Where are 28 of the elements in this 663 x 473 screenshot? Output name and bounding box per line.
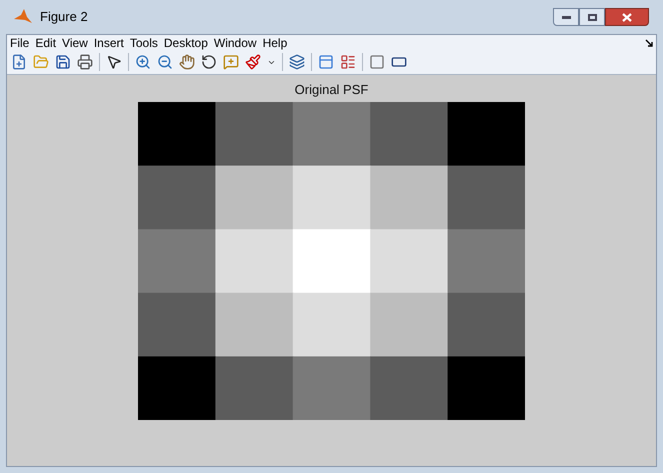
legend-icon[interactable] xyxy=(340,54,356,70)
printer-icon[interactable] xyxy=(77,54,93,70)
dock-arrow-icon[interactable] xyxy=(645,38,653,46)
menu-item[interactable]: Desktop xyxy=(164,36,208,48)
save-icon[interactable] xyxy=(55,54,71,70)
axes-title: Original PSF xyxy=(294,83,368,99)
menu-item[interactable]: Tools xyxy=(130,36,158,48)
rotate-icon[interactable] xyxy=(201,54,217,70)
brush-icon[interactable] xyxy=(245,54,261,70)
pointer-icon[interactable] xyxy=(106,54,122,70)
minimize-button[interactable] xyxy=(553,8,579,26)
maximize-button[interactable] xyxy=(579,8,605,26)
minimize-icon xyxy=(562,16,570,18)
menu-item[interactable]: File xyxy=(10,36,30,48)
maximize-icon xyxy=(588,14,596,20)
menu-item[interactable]: Help xyxy=(262,36,288,48)
close-icon xyxy=(622,12,632,22)
zoom-out-icon[interactable] xyxy=(157,54,173,70)
menu-item[interactable]: Edit xyxy=(35,36,56,48)
menu-item[interactable]: View xyxy=(62,36,88,48)
hand-icon[interactable] xyxy=(179,54,195,70)
new-file-icon[interactable] xyxy=(11,54,27,70)
zoom-in-icon[interactable] xyxy=(135,54,151,70)
menu-item[interactable]: Insert xyxy=(94,36,124,48)
window-title: Figure 2 xyxy=(40,8,88,26)
logo-icon xyxy=(14,9,32,25)
menu-item[interactable]: Window xyxy=(214,36,257,48)
close-button[interactable] xyxy=(605,8,649,26)
